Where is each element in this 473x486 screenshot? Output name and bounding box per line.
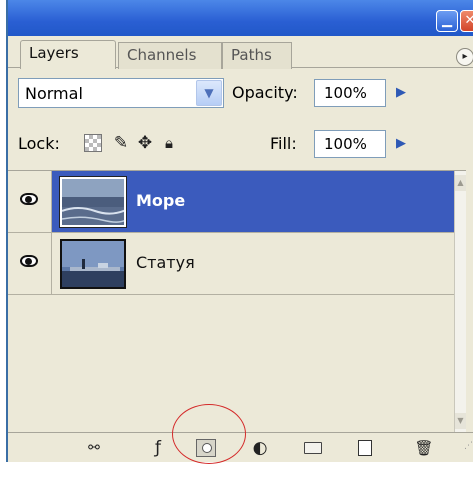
lock-move-icon[interactable]: ✥ (134, 132, 156, 154)
tab-bar: Layers Channels Paths ▸ (8, 36, 473, 69)
lock-label: Lock: (18, 134, 60, 153)
blend-mode-select[interactable]: Normal ▼ (18, 78, 224, 108)
annotation-circle (172, 404, 246, 464)
layer-thumbnail (60, 239, 126, 289)
layer-row-statue[interactable]: Статуя (8, 233, 454, 295)
chevron-down-icon[interactable]: ▼ (196, 80, 222, 106)
opacity-input[interactable]: 100% (314, 79, 386, 107)
new-group-icon[interactable] (304, 442, 322, 454)
blend-opacity-row: Normal ▼ Opacity: 100% ▶ (8, 76, 473, 110)
layers-panel: ▁ ✕ Layers Channels Paths ▸ Normal ▼ Opa… (6, 0, 473, 462)
panel-titlebar: ▁ ✕ (8, 0, 473, 36)
fill-input[interactable]: 100% (314, 130, 386, 158)
opacity-label: Opacity: (232, 83, 298, 102)
lock-fill-row: Lock: ✎ ✥ 🔒︎ Fill: 100% ▶ (8, 124, 473, 164)
lock-all-icon[interactable]: 🔒︎ (158, 132, 180, 154)
link-layers-icon[interactable]: ⚯ (82, 437, 106, 459)
layer-name: Статуя (136, 253, 195, 272)
fill-arrow-icon[interactable]: ▶ (388, 131, 414, 157)
layer-row-more[interactable]: Море (8, 171, 454, 233)
blend-mode-value: Normal (25, 84, 83, 103)
adjustment-layer-icon[interactable]: ◐ (248, 437, 272, 459)
lock-brush-icon[interactable]: ✎ (110, 132, 132, 154)
eye-icon (20, 255, 38, 267)
trash-icon[interactable]: 🗑︎ (412, 437, 436, 459)
layer-thumbnail (59, 176, 127, 228)
new-layer-icon[interactable] (358, 440, 372, 456)
layer-list-scrollbar[interactable]: ▲ ▼ (454, 171, 466, 433)
minimize-icon[interactable]: ▁ (436, 10, 458, 32)
fill-label: Fill: (270, 134, 297, 153)
visibility-toggle[interactable] (8, 233, 52, 294)
tab-channels[interactable]: Channels (118, 42, 222, 69)
close-icon[interactable]: ✕ (460, 10, 473, 32)
layer-name: Море (136, 191, 186, 210)
layer-list: Море Статуя ▲ ▼ (8, 170, 466, 433)
resize-grip-icon[interactable]: ⋰ (464, 441, 473, 455)
lock-transparent-icon[interactable] (84, 134, 102, 152)
opacity-arrow-icon[interactable]: ▶ (388, 80, 414, 106)
tab-layers[interactable]: Layers (20, 40, 116, 69)
eye-icon (20, 193, 38, 205)
layer-style-icon[interactable]: ƒ (146, 437, 170, 459)
tab-paths[interactable]: Paths (222, 42, 292, 69)
visibility-toggle[interactable] (8, 171, 52, 232)
scroll-down-icon[interactable]: ▼ (455, 413, 466, 429)
panel-menu-icon[interactable]: ▸ (456, 48, 473, 66)
scroll-up-icon[interactable]: ▲ (455, 175, 466, 191)
